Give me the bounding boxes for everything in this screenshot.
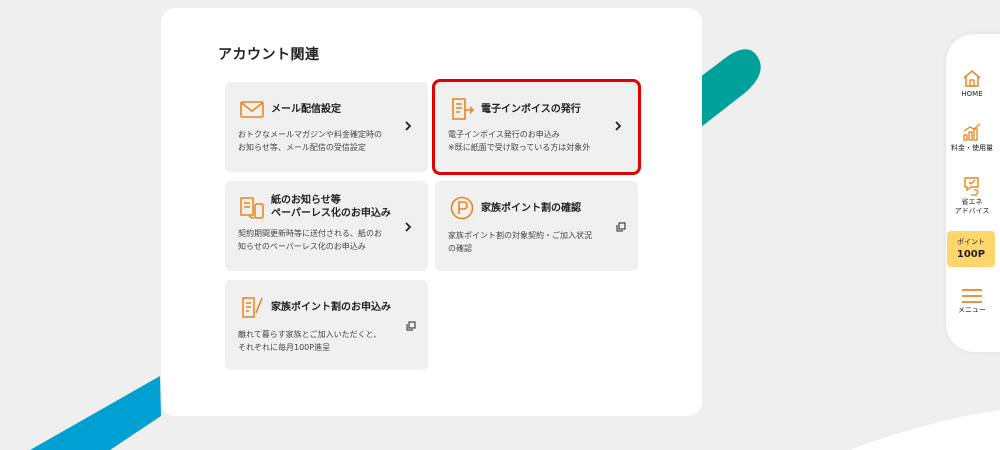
account-card: アカウント関連 メール配信設定 おトクなメールマガジンや料金確定時の お知らせ等、… [161,8,702,416]
tile-description: おトクなメールマガジンや料金確定時の お知らせ等、メール配信の受信設定 [238,130,382,152]
mail-icon [240,101,264,118]
side-nav-label: メニュー [958,306,986,314]
external-link-icon [616,222,626,232]
tile-description: 契約期間更新時等に送付される、紙のお 知らせのペーパーレス化のお申込み [238,229,382,251]
application-icon [242,297,263,318]
tile-title: 家族ポイント割の確認 [481,203,581,214]
tile-title: メール配信設定 [271,104,341,115]
home-icon [963,70,981,87]
bar-chart-icon [963,123,981,141]
chevron-right-icon [405,121,412,131]
side-nav: HOME 料金・使用量 省エネ アドバイス メニュー [946,34,1000,352]
tile-title: 家族ポイント割のお申込み [271,302,391,313]
invoice-icon [452,98,475,120]
points-badge[interactable]: ポイント 100P [947,231,995,267]
paperless-icon [240,197,264,219]
side-nav-usage[interactable]: 料金・使用量 [946,122,998,153]
tile-mail-settings[interactable]: メール配信設定 おトクなメールマガジンや料金確定時の お知らせ等、メール配信の受信… [225,82,428,172]
tile-family-points-apply[interactable]: 家族ポイント割のお申込み 離れて暮らす家族とご加入いただくと、 それぞれに毎月10… [225,280,428,370]
side-nav-menu[interactable]: メニュー [946,288,998,315]
chevron-right-icon [615,121,622,131]
chevron-right-icon [405,222,412,232]
point-icon [450,196,474,220]
tile-description: 電子インボイス発行のお申込み ※既に紙面で受け取っている方は対象外 [448,130,591,152]
tile-title: 紙のお知らせ等 ペーパーレス化のお申込み [271,195,391,219]
points-value: 100P [956,249,986,260]
side-nav-label: HOME [961,90,983,98]
points-label: ポイント [957,238,985,246]
side-nav-home[interactable]: HOME [946,68,998,99]
tile-description: 家族ポイント割の対象契約・ご加入状況 の確認 [448,231,592,253]
side-nav-advice[interactable]: 省エネ アドバイス [946,176,998,216]
side-nav-label: 省エネ アドバイス [954,198,990,215]
hamburger-menu-icon [962,289,982,303]
external-link-icon [406,321,416,331]
advice-icon [964,177,979,196]
side-nav-label: 料金・使用量 [951,144,993,152]
section-title: アカウント関連 [218,47,320,63]
tile-title: 電子インボイスの発行 [481,104,581,115]
tile-e-invoice[interactable]: 電子インボイスの発行 電子インボイス発行のお申込み ※既に紙面で受け取っている方は… [432,79,641,175]
tile-description: 離れて暮らす家族とご加入いただくと、 それぞれに毎月100P進呈 [238,330,382,352]
tile-paperless[interactable]: 紙のお知らせ等 ペーパーレス化のお申込み 契約期間更新時等に送付される、紙のお 知ら… [225,181,428,271]
tile-family-points-check[interactable]: 家族ポイント割の確認 家族ポイント割の対象契約・ご加入状況 の確認 [435,181,638,271]
